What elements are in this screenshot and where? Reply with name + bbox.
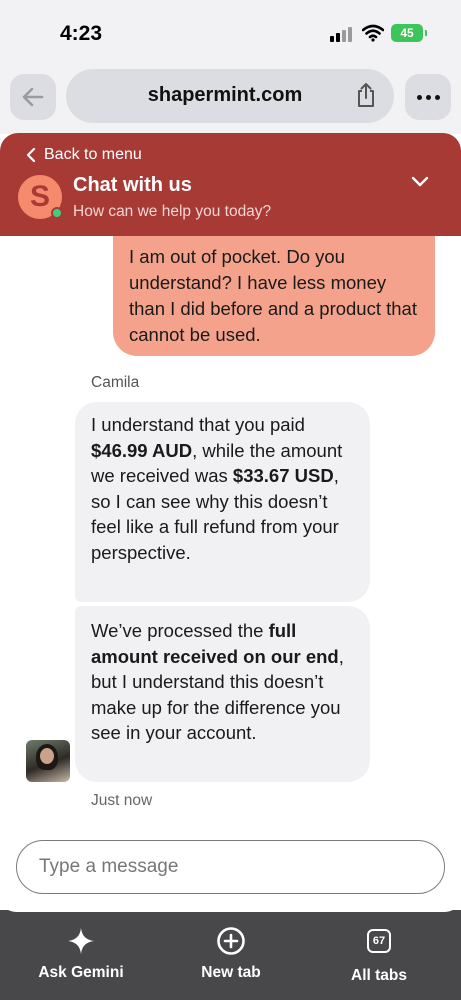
battery-indicator: 45 xyxy=(391,24,427,42)
all-tabs-label: All tabs xyxy=(351,967,407,984)
url-bar[interactable]: shapermint.com xyxy=(66,69,394,123)
wifi-icon xyxy=(362,24,384,42)
ask-gemini-button[interactable]: Ask Gemini xyxy=(11,926,151,982)
browser-toolbar: shapermint.com xyxy=(0,62,461,134)
all-tabs-button[interactable]: 67 All tabs xyxy=(309,926,449,985)
chat-title: Chat with us xyxy=(73,174,192,196)
chevron-down-icon[interactable] xyxy=(410,175,430,189)
user-message: I am out of pocket. Do you understand? I… xyxy=(113,236,435,356)
more-icon[interactable] xyxy=(405,74,451,120)
agent-message: I understand that you paid $46.99 AUD, w… xyxy=(75,402,370,602)
page-card-edge xyxy=(0,896,461,912)
back-arrow-icon xyxy=(22,87,44,107)
back-to-menu-link[interactable]: Back to menu xyxy=(26,146,142,164)
ask-gemini-label: Ask Gemini xyxy=(38,964,124,981)
message-input[interactable] xyxy=(39,841,419,892)
new-tab-label: New tab xyxy=(201,964,261,981)
message-timestamp: Just now xyxy=(91,792,153,809)
message-text: We’ve processed the xyxy=(91,620,269,641)
message-bold-text: $46.99 AUD xyxy=(91,439,193,461)
chevron-left-icon xyxy=(26,147,36,163)
message-text: I understand that you paid xyxy=(91,414,305,435)
sparkle-icon xyxy=(68,928,94,954)
new-tab-button[interactable]: New tab xyxy=(161,926,301,982)
agent-message: We’ve processed the full amount received… xyxy=(75,606,370,782)
chat-header: Back to menu S Chat with us How can we h… xyxy=(0,133,461,236)
message-bold-text: $33.67 USD xyxy=(232,465,334,487)
message-composer xyxy=(16,840,445,894)
status-time: 4:23 xyxy=(60,22,103,45)
logo-letter: S xyxy=(29,180,50,213)
agent-avatar xyxy=(26,740,70,782)
plus-circle-icon xyxy=(217,927,245,955)
status-bar: 4:23 45 xyxy=(0,0,461,62)
browser-back-button[interactable] xyxy=(10,74,56,120)
back-to-menu-label: Back to menu xyxy=(44,146,142,163)
tabs-icon: 67 xyxy=(367,929,391,953)
signal-icon xyxy=(330,26,354,42)
url-text: shapermint.com xyxy=(147,84,303,106)
chat-subtitle: How can we help you today? xyxy=(73,203,272,220)
share-icon[interactable] xyxy=(354,82,378,108)
agent-name: Camila xyxy=(91,374,140,391)
online-status-dot xyxy=(51,207,63,219)
